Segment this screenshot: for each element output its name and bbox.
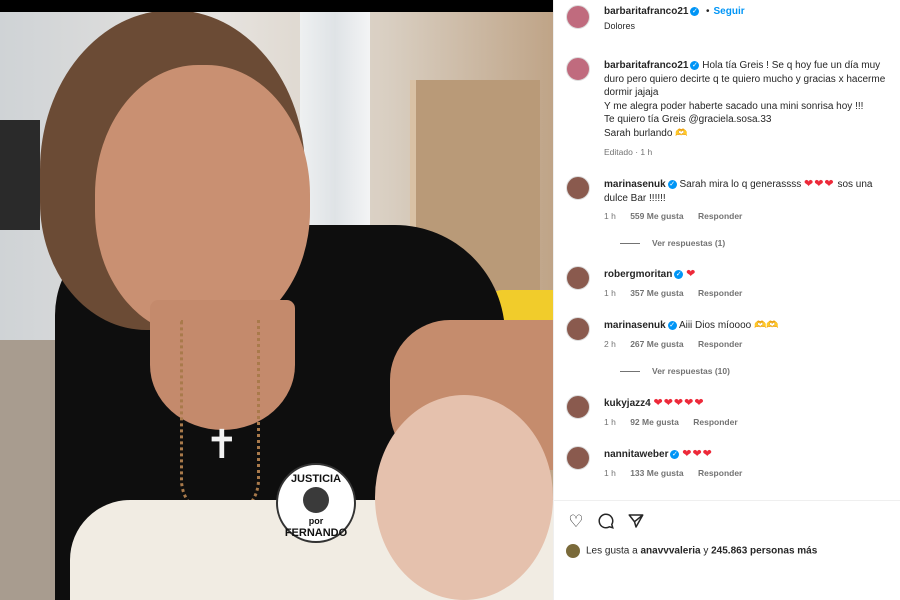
caption-line: duro pero quiero decirte q te quiero muc…: [604, 73, 886, 85]
heart-emojis: ❤❤❤❤❤: [653, 397, 705, 409]
reply-button[interactable]: Responder: [698, 288, 742, 298]
caption-meta: Editado · 1 h: [604, 147, 653, 157]
heart-emojis: ❤: [686, 268, 697, 280]
comment-meta: 1 h 133 Me gusta Responder: [604, 468, 754, 478]
follow-wrap: • Seguir: [706, 6, 745, 17]
reply-button[interactable]: Responder: [698, 339, 742, 349]
paper-plane-icon[interactable]: [626, 512, 646, 532]
commenter-username[interactable]: nannitaweber ✓: [604, 449, 680, 460]
comment-meta: 1 h 559 Me gusta Responder: [604, 211, 754, 221]
owner-username[interactable]: barbaritafranco21 ✓: [604, 6, 700, 17]
liker-avatar[interactable]: [566, 544, 580, 558]
woman-face: [95, 65, 310, 335]
verified-icon: ✓: [667, 179, 677, 189]
caption-avatar[interactable]: [566, 57, 590, 81]
photo-top-bar: [0, 0, 553, 12]
comment-body: robergmoritan ✓ ❤: [604, 268, 894, 282]
verified-icon: ✓: [690, 60, 700, 70]
badge-sub: por: [308, 516, 324, 526]
reply-button[interactable]: Responder: [693, 417, 737, 427]
actions-divider: [554, 500, 900, 501]
post-details-panel: barbaritafranco21 ✓ • Seguir Dolores barba…: [553, 0, 900, 600]
comment-time: 2 h: [604, 339, 616, 349]
justice-badge: JUSTICIA por FERNANDO: [276, 463, 356, 543]
caption-line: Te quiero tía Greis @graciela.sosa.33: [604, 114, 772, 125]
comment-meta: 1 h 357 Me gusta Responder: [604, 288, 754, 298]
caption-line: Y me alegra poder haberte sacado una min…: [604, 100, 864, 112]
comment-time: 1 h: [604, 468, 616, 478]
follow-button[interactable]: Seguir: [714, 6, 745, 17]
caption-line: Sarah burlando 🫶: [604, 127, 688, 139]
comment-meta: 2 h 267 Me gusta Responder: [604, 339, 754, 349]
comment-likes[interactable]: 267 Me gusta: [630, 339, 683, 349]
comment-likes[interactable]: 133 Me gusta: [630, 468, 683, 478]
verified-icon: ✓: [674, 269, 684, 279]
comment-body: kukyjazz4 ❤❤❤❤❤: [604, 397, 894, 411]
comment-bubble-icon[interactable]: [596, 512, 616, 532]
owner-avatar[interactable]: [566, 5, 590, 29]
comment-text: sos una: [837, 179, 873, 190]
commenter-avatar[interactable]: [566, 446, 590, 470]
commenter-avatar[interactable]: [566, 266, 590, 290]
verified-icon: ✓: [667, 320, 677, 330]
heart-emojis: ❤❤❤: [682, 448, 713, 460]
comment-text: Aiii Dios míoooo 🫶🫶: [678, 320, 779, 331]
commenter-avatar[interactable]: [566, 395, 590, 419]
liker-username[interactable]: anavvvaleria: [641, 546, 701, 557]
comment-body: marinasenuk ✓ Sarah mira lo q generassss …: [604, 178, 894, 205]
likes-conjunction: y: [703, 545, 709, 557]
caption-line: Hola tía Greis ! Se q hoy fue un día muy: [702, 60, 881, 71]
likes-prefix: Les gusta a: [586, 545, 638, 557]
post-photo[interactable]: ✝ JUSTICIA por FERNANDO: [0, 0, 553, 600]
commenter-username[interactable]: marinasenuk ✓: [604, 320, 677, 331]
post-actions: ♡: [566, 512, 889, 532]
comment-meta: 1 h 92 Me gusta Responder: [604, 417, 750, 427]
commenter-avatar[interactable]: [566, 176, 590, 200]
reply-button[interactable]: Responder: [698, 468, 742, 478]
comment-time: 1 h: [604, 288, 616, 298]
comment-time: 1 h: [604, 417, 616, 427]
comment-time: 1 h: [604, 211, 616, 221]
view-replies-button[interactable]: Ver respuestas (10): [620, 366, 730, 376]
caption-line: dormir jajaja: [604, 87, 659, 98]
comment-text: dulce Bar !!!!!!: [604, 192, 666, 204]
verified-icon: ✓: [690, 6, 700, 16]
badge-portrait: [303, 487, 329, 513]
comment-likes[interactable]: 357 Me gusta: [630, 288, 683, 298]
view-replies-button[interactable]: Ver respuestas (1): [620, 238, 725, 248]
commenter-avatar[interactable]: [566, 317, 590, 341]
likes-summary: Les gusta a anavvvaleria y 245.863 perso…: [566, 544, 817, 558]
heart-outline-icon[interactable]: ♡: [566, 512, 586, 532]
post-location[interactable]: Dolores: [604, 21, 635, 31]
comment-likes[interactable]: 92 Me gusta: [630, 417, 679, 427]
commenter-username[interactable]: kukyjazz4: [604, 398, 651, 409]
comment-body: marinasenuk ✓ Aiii Dios míoooo 🫶🫶: [604, 319, 894, 333]
caption-text: barbaritafranco21 ✓ Hola tía Greis ! Se q…: [604, 59, 900, 140]
commenter-username[interactable]: marinasenuk ✓: [604, 179, 677, 190]
comment-likes[interactable]: 559 Me gusta: [630, 211, 683, 221]
lamp: [0, 120, 40, 230]
heart-emojis: ❤❤❤: [804, 178, 835, 190]
caption-username[interactable]: barbaritafranco21 ✓: [604, 60, 700, 71]
badge-title: JUSTICIA: [290, 473, 342, 485]
comment-body: nannitaweber ✓ ❤❤❤: [604, 448, 894, 462]
commenter-username[interactable]: robergmoritan ✓: [604, 269, 684, 280]
post-header: barbaritafranco21 ✓ • Seguir Dolores: [554, 0, 900, 42]
reply-button[interactable]: Responder: [698, 211, 742, 221]
baby-head: [375, 395, 553, 600]
cross-pendant: ✝: [205, 423, 239, 467]
verified-icon: ✓: [670, 449, 680, 459]
comment-text: Sarah mira lo q generassss: [679, 179, 802, 190]
badge-name: FERNANDO: [284, 527, 348, 539]
likes-count[interactable]: 245.863 personas más: [711, 546, 817, 557]
